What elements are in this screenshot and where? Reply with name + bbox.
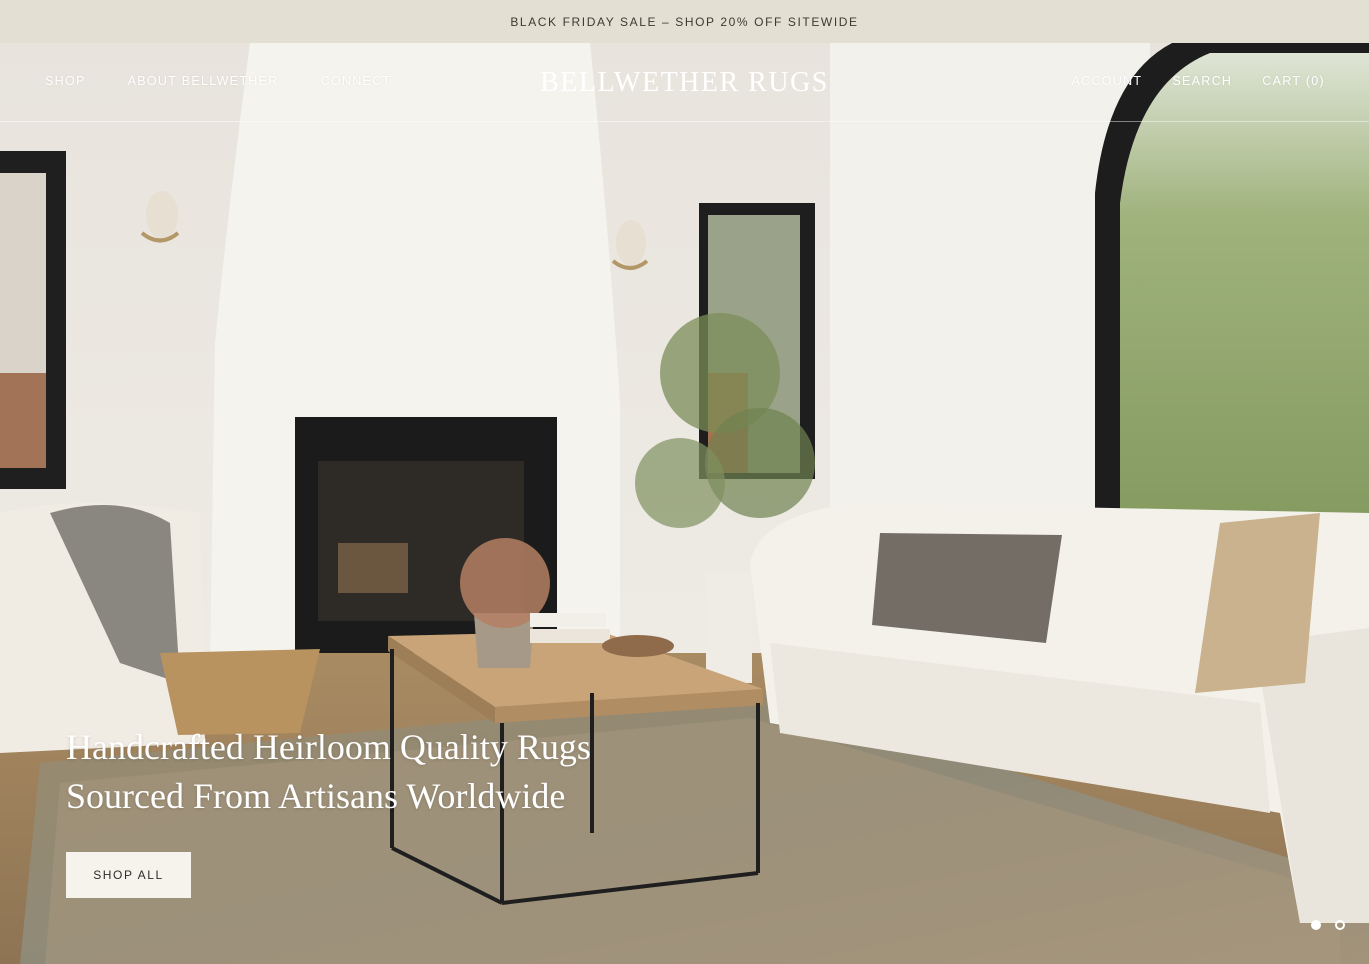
hero-image [0, 43, 1369, 964]
living-room-photo [0, 43, 1369, 964]
hero-headline-line-1: Handcrafted Heirloom Quality Rugs [66, 727, 591, 767]
slide-dot-1[interactable] [1311, 920, 1321, 930]
nav-account[interactable]: ACCOUNT [1071, 74, 1142, 88]
utility-nav: ACCOUNT SEARCH CART (0) [1071, 74, 1325, 88]
nav-search[interactable]: SEARCH [1172, 74, 1232, 88]
slide-dot-2[interactable] [1335, 920, 1345, 930]
announcement-text[interactable]: BLACK FRIDAY SALE – SHOP 20% OFF SITEWID… [510, 15, 858, 29]
site-header: SHOP ABOUT BELLWETHER CONNECT BELLWETHER… [0, 43, 1369, 122]
nav-cart[interactable]: CART (0) [1262, 74, 1325, 88]
shop-all-button[interactable]: SHOP ALL [66, 852, 191, 898]
slider-pagination [1311, 920, 1345, 930]
announcement-bar[interactable]: BLACK FRIDAY SALE – SHOP 20% OFF SITEWID… [0, 0, 1369, 43]
hero-headline-line-2: Sourced From Artisans Worldwide [66, 776, 566, 816]
hero-headline: Handcrafted Heirloom Quality Rugs Source… [66, 723, 591, 821]
